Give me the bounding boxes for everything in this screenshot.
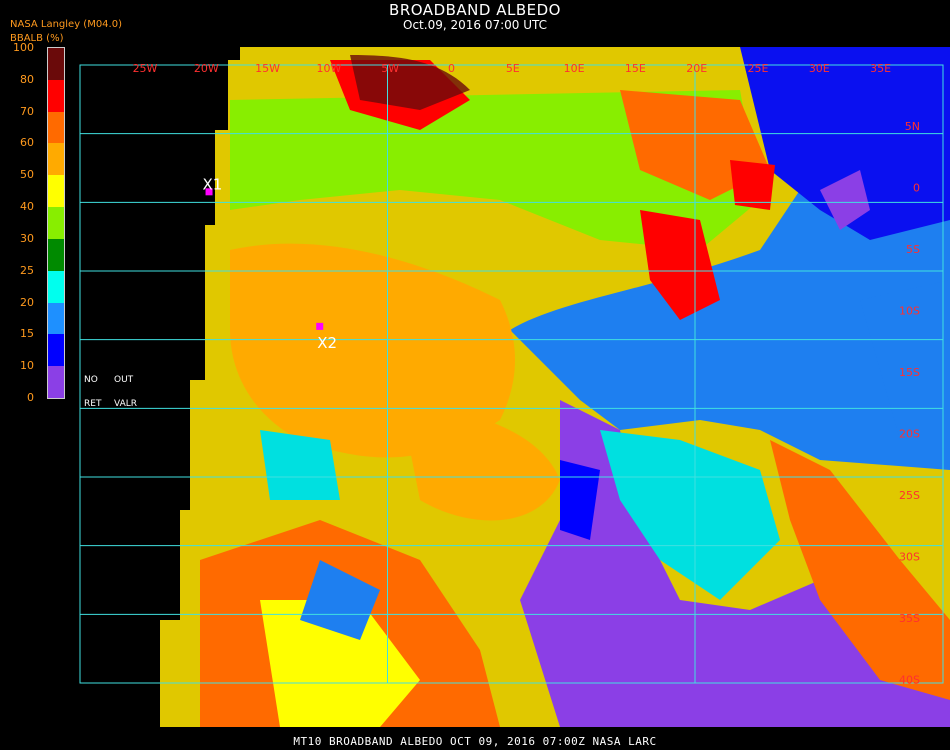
legend-ret: RET [84,399,102,409]
chart-date: Oct.09, 2016 07:00 UTC [403,18,547,32]
colorbar-tick-label: 15 [20,327,34,341]
colorbar-segment [48,111,64,144]
longitude-label: 20E [686,62,707,75]
colorbar-tick-label: 20 [20,295,34,309]
org-label: NASA Langley (M04.0) [10,19,122,30]
colorbar-tick-label: 60 [20,136,34,150]
longitude-label: 15W [255,62,280,75]
longitude-label: 5E [506,62,520,75]
longitude-label: 0 [448,62,455,75]
station-marker-label: X1 [203,175,223,193]
colorbar-tick-label: 25 [20,263,34,277]
legend-out: OUT [114,375,134,385]
station-marker [316,322,324,330]
colorbar-tick-label: 0 [27,391,34,404]
albedo-map: 25W 20W 15W 10W 5W 0 5E 10E 15E 20E 25E 30E 35E 5N 0 5… [79,47,950,727]
colorbar-segment [48,48,64,81]
colorbar-segment [48,366,64,399]
station-marker-label: X2 [317,334,337,352]
colorbar-segment [48,79,64,113]
colorbar [47,47,65,399]
latitude-label: 15S [899,366,920,379]
colorbar-tick-label: 50 [20,168,34,182]
colorbar-tick-label: 80 [20,72,34,86]
longitude-label: 5W [381,62,399,75]
latitude-label: 30S [899,551,920,564]
colorbar-segment [48,143,64,176]
longitude-label: 30E [809,62,830,75]
latitude-label: 40S [899,674,920,687]
longitude-label: 15E [625,62,646,75]
chart-title: BROADBAND ALBEDO [389,1,561,19]
colorbar-segment [48,238,64,272]
colorbar-tick-label: 10 [20,359,34,373]
colorbar-segment [48,270,64,304]
colorbar-segment [48,302,64,335]
colorbar-segment [48,175,64,208]
longitude-label: 25W [133,62,158,75]
legend-no: NO [84,375,98,385]
colorbar-tick-label: 70 [20,104,34,118]
longitude-label: 10W [316,62,341,75]
colorbar-tick-label: 40 [20,200,34,214]
latitude-label: 25S [899,489,920,502]
longitude-label: 35E [870,62,891,75]
latitude-label: 0 [913,182,920,195]
colorbar-tick-label: 30 [20,231,34,245]
colorbar-segment [48,207,64,240]
latitude-label: 10S [899,305,920,318]
latitude-label: 5S [906,243,920,256]
longitude-label: 10E [564,62,585,75]
latitude-label: 5N [905,120,920,133]
footer-caption: MT10 BROADBAND ALBEDO OCT 09, 2016 07:00… [293,735,657,748]
longitude-label: 25E [748,62,769,75]
legend-valr: VALR [114,399,138,409]
latitude-label: 35S [899,612,920,625]
longitude-label: 20W [194,62,219,75]
colorbar-tick-label: 100 [13,41,34,54]
latitude-label: 20S [899,428,920,441]
colorbar-segment [48,334,64,367]
